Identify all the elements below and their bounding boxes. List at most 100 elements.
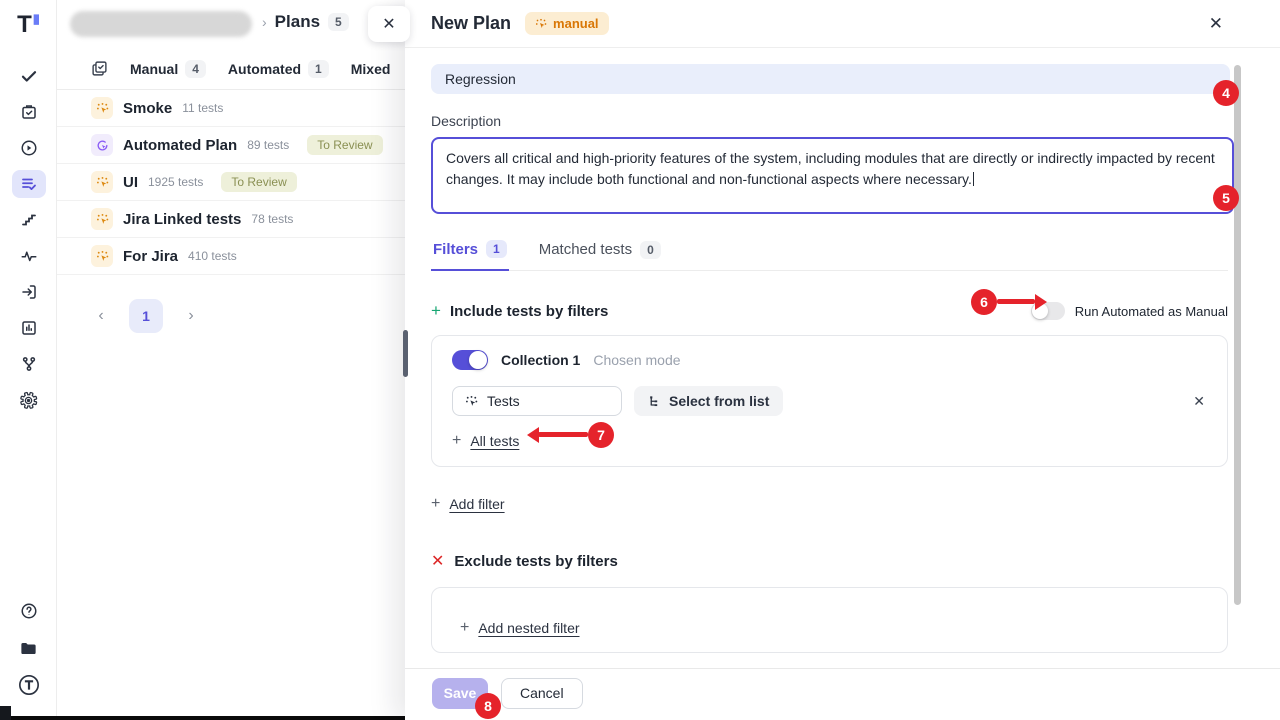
- tasks-board-icon[interactable]: [12, 98, 46, 126]
- plus-icon: +: [431, 301, 441, 321]
- tab-manual-label: Manual: [130, 61, 178, 77]
- to-review-badge: To Review: [307, 135, 382, 155]
- drawer-close-tab-button[interactable]: ✕: [368, 6, 410, 42]
- tests-source-icon: [465, 395, 478, 408]
- annotation-circle-7: 7: [588, 422, 614, 448]
- remove-filter-icon[interactable]: ✕: [1193, 393, 1205, 410]
- pagination: ‹ 1 ›: [91, 299, 405, 333]
- plan-name: Automated Plan: [123, 137, 237, 154]
- collection-toggle[interactable]: [452, 350, 488, 370]
- drawer-close-icon[interactable]: ✕: [1209, 14, 1223, 34]
- plus-icon: +: [452, 432, 461, 450]
- page-number[interactable]: 1: [129, 299, 163, 333]
- manual-type-badge: manual: [525, 12, 609, 35]
- plan-name-input[interactable]: Regression: [431, 64, 1230, 94]
- plus-icon: +: [431, 495, 440, 513]
- plans-list-check-icon[interactable]: [12, 170, 46, 198]
- plan-name-value: Regression: [445, 71, 516, 87]
- bar-chart-icon[interactable]: [12, 314, 46, 342]
- plan-tests-count: 89 tests: [247, 138, 289, 152]
- all-tests-link[interactable]: All tests: [470, 433, 519, 449]
- annotation-circle-5: 5: [1213, 185, 1239, 211]
- plan-tests-count: 410 tests: [188, 249, 237, 263]
- plan-row-smoke[interactable]: Smoke 11 tests: [57, 90, 405, 127]
- brand-circle-icon[interactable]: [12, 671, 46, 699]
- plans-count-badge: 5: [328, 13, 349, 31]
- run-automated-label: Run Automated as Manual: [1075, 304, 1228, 319]
- source-select-value: Tests: [487, 393, 520, 409]
- import-box-icon[interactable]: [12, 278, 46, 306]
- project-name-blurred[interactable]: [70, 11, 252, 37]
- tab-automated-label: Automated: [228, 61, 301, 77]
- app-logo[interactable]: T▮: [0, 8, 57, 42]
- folder-icon[interactable]: [12, 634, 46, 662]
- topbar: › Plans 5: [57, 0, 405, 48]
- annotation-arrow-7: [528, 427, 588, 443]
- next-page-icon[interactable]: ›: [181, 307, 201, 325]
- plan-row-for-jira[interactable]: For Jira 410 tests: [57, 238, 405, 275]
- drawer-header: New Plan manual ✕: [405, 0, 1280, 48]
- logo-accent: ▮: [33, 11, 40, 27]
- plan-type-tabs: Manual 4 Automated 1 Mixed: [57, 48, 405, 90]
- plan-tests-count: 1925 tests: [148, 175, 203, 189]
- annotation-circle-4: 4: [1213, 80, 1239, 106]
- tab-automated-count: 1: [308, 60, 329, 78]
- run-automated-control: Run Automated as Manual: [1031, 302, 1228, 320]
- tab-filters[interactable]: Filters 1: [431, 234, 509, 271]
- breadcrumb-section[interactable]: Plans: [275, 12, 320, 32]
- prev-page-icon[interactable]: ‹: [91, 307, 111, 325]
- plans-collection-icon[interactable]: [91, 60, 108, 77]
- source-select[interactable]: Tests: [452, 386, 622, 416]
- breadcrumb-separator-icon: ›: [262, 14, 267, 30]
- exclude-filters-box: + Add nested filter: [431, 587, 1228, 653]
- plan-name: Smoke: [123, 100, 172, 117]
- exclude-section-header: ✕ Exclude tests by filters: [431, 551, 1228, 571]
- tab-filters-count: 1: [486, 240, 507, 258]
- text-caret: [973, 172, 974, 186]
- manual-plan-icon: [91, 245, 113, 267]
- filters-tabs: Filters 1 Matched tests 0: [431, 234, 1228, 271]
- new-plan-drawer: New Plan manual ✕ Regression Description…: [405, 0, 1280, 720]
- collection-filter-card: Collection 1 Chosen mode Tests Select fr…: [431, 335, 1228, 467]
- list-scrollbar-thumb[interactable]: [403, 330, 408, 377]
- annotation-circle-8: 8: [475, 693, 501, 719]
- steps-icon[interactable]: [12, 206, 46, 234]
- tab-manual[interactable]: Manual 4: [124, 56, 212, 82]
- plan-row-jira-linked-tests[interactable]: Jira Linked tests 78 tests: [57, 201, 405, 238]
- tab-matched-tests[interactable]: Matched tests 0: [537, 234, 663, 270]
- plans-list-panel: › Plans 5 Manual 4 Automated 1 Mixed: [57, 0, 405, 717]
- exclude-x-icon: ✕: [431, 551, 444, 571]
- play-circle-icon[interactable]: [12, 134, 46, 162]
- add-nested-filter-link[interactable]: Add nested filter: [478, 620, 579, 636]
- tab-mixed[interactable]: Mixed: [345, 57, 397, 81]
- description-textarea[interactable]: Covers all critical and high-priority fe…: [431, 137, 1234, 214]
- tab-filters-label: Filters: [433, 241, 478, 258]
- tab-automated[interactable]: Automated 1: [222, 56, 335, 82]
- icon-rail: T▮: [0, 0, 57, 717]
- gear-icon[interactable]: [12, 386, 46, 414]
- tab-matched-tests-label: Matched tests: [539, 241, 632, 258]
- description-label: Description: [431, 113, 1228, 129]
- branch-icon[interactable]: [12, 350, 46, 378]
- select-from-list-button[interactable]: Select from list: [634, 386, 783, 416]
- select-from-list-label: Select from list: [669, 393, 769, 409]
- automated-plan-icon: [91, 134, 113, 156]
- drawer-scrollbar-thumb[interactable]: [1234, 65, 1241, 605]
- plan-row-automated-plan[interactable]: Automated Plan 89 tests To Review: [57, 127, 405, 164]
- toggle-knob: [469, 351, 487, 369]
- pulse-icon[interactable]: [12, 242, 46, 270]
- plan-name: UI: [123, 174, 138, 191]
- add-filter-link[interactable]: Add filter: [449, 496, 504, 512]
- help-icon[interactable]: [12, 597, 46, 625]
- plus-icon: +: [460, 619, 469, 637]
- tree-list-icon: [648, 395, 661, 408]
- tab-matched-tests-count: 0: [640, 241, 661, 259]
- breadcrumb: › Plans 5: [262, 12, 349, 32]
- cancel-button[interactable]: Cancel: [501, 678, 583, 709]
- plan-row-ui[interactable]: UI 1925 tests To Review: [57, 164, 405, 201]
- annotation-circle-6: 6: [971, 289, 997, 315]
- to-review-badge: To Review: [221, 172, 296, 192]
- collection-mode: Chosen mode: [593, 352, 680, 368]
- check-icon[interactable]: [12, 62, 46, 90]
- manual-plan-icon: [91, 171, 113, 193]
